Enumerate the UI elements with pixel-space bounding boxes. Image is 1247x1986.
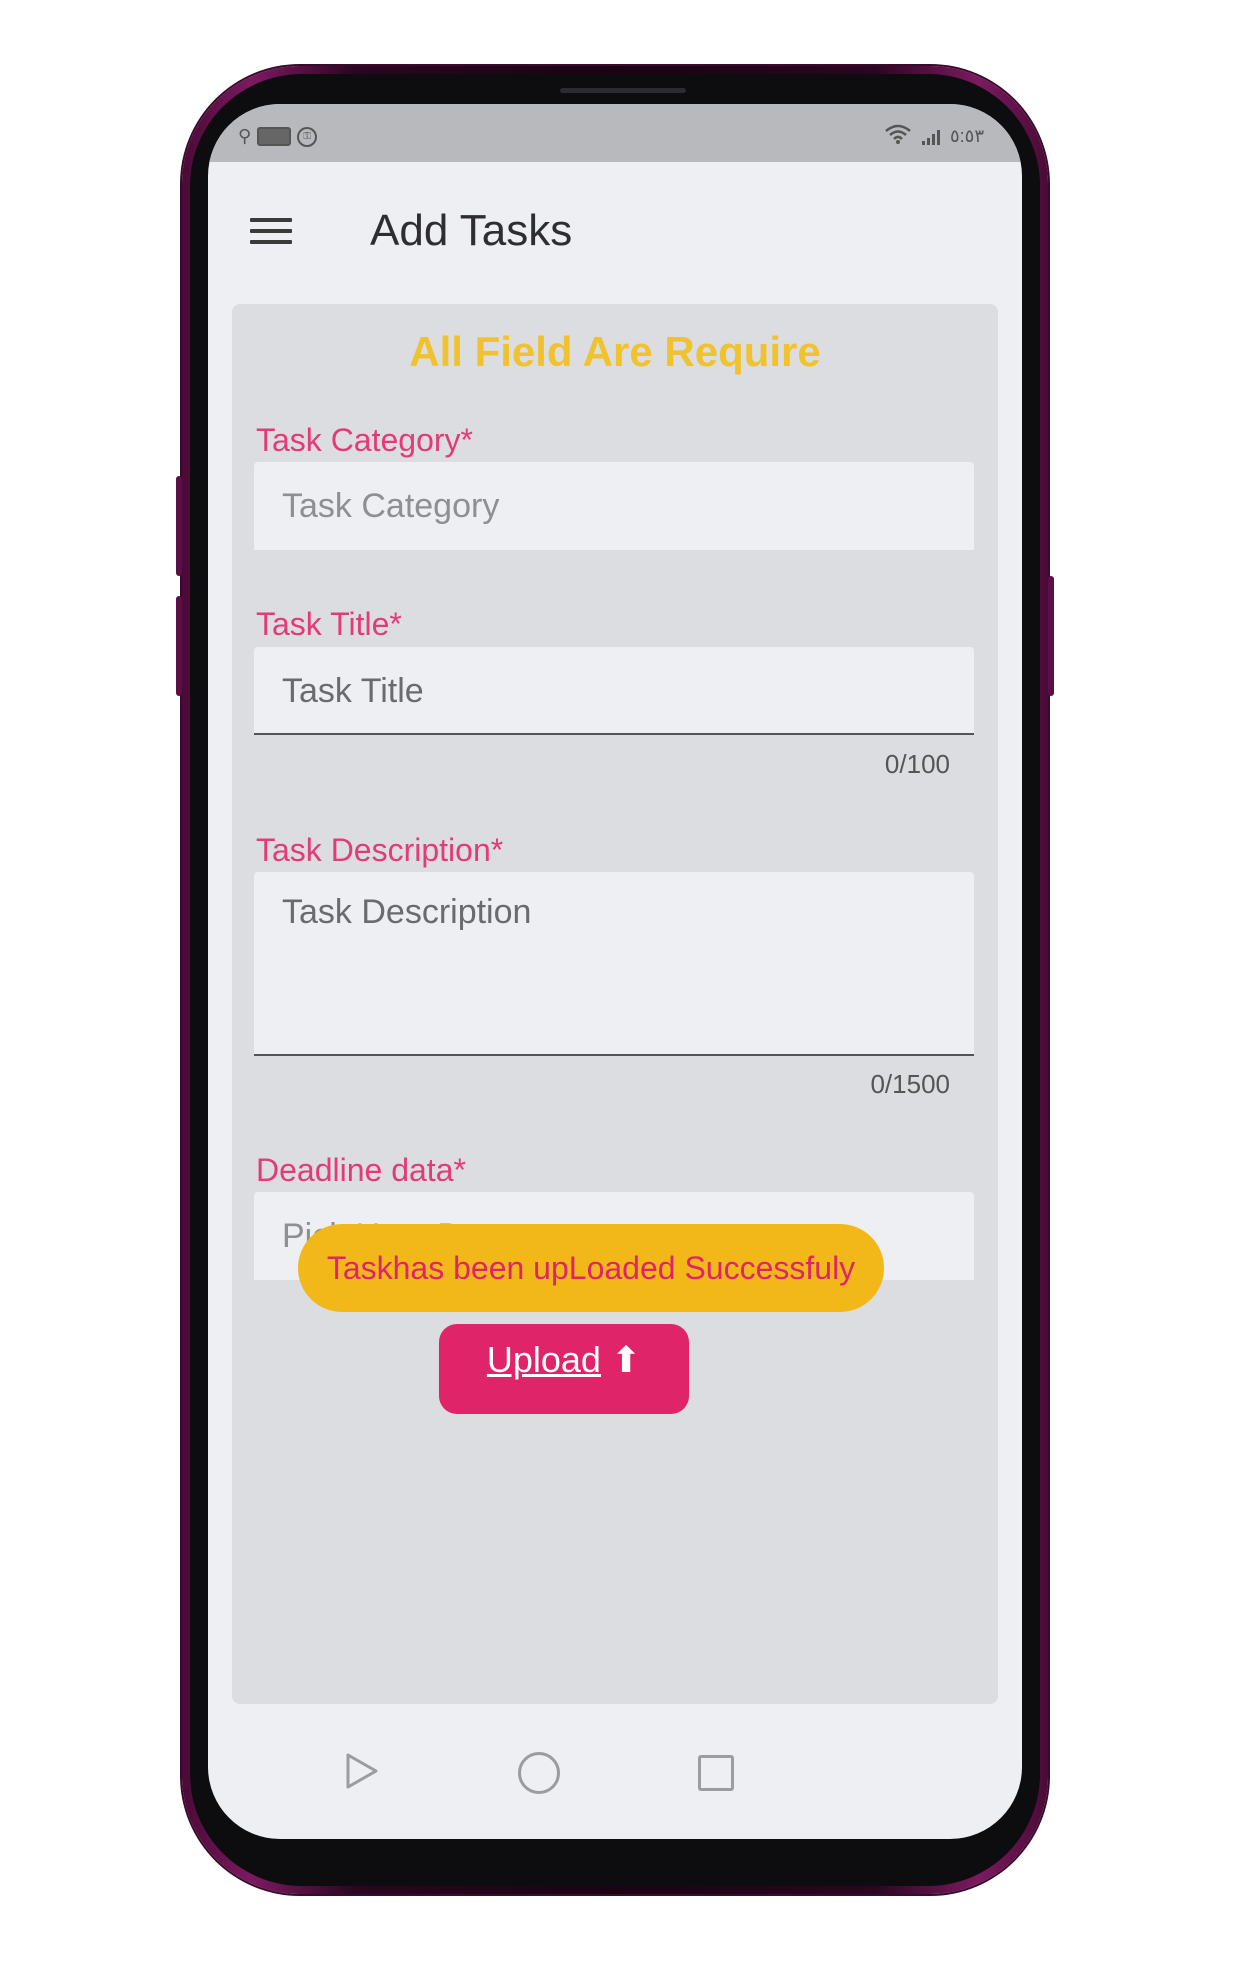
- nav-home-icon[interactable]: [518, 1752, 560, 1794]
- task-form-card: All Field Are Require Task Category* Tas…: [232, 304, 998, 1704]
- app-bar: Add Tasks: [208, 162, 1022, 292]
- page-title: Add Tasks: [370, 206, 573, 255]
- nav-recents-icon[interactable]: [698, 1755, 734, 1791]
- status-time: ٥:٥٣: [949, 126, 984, 146]
- battery-icon: [257, 127, 292, 146]
- signal-icon: [921, 129, 940, 145]
- volume-button: [176, 596, 182, 696]
- wifi-icon: [884, 124, 912, 149]
- power-button: [1048, 576, 1054, 696]
- success-toast: Taskhas been upLoaded Successfuly: [298, 1224, 884, 1312]
- status-bar: ⚲ ⚿ ٥:٥٣: [208, 104, 1022, 162]
- speaker-grille: [560, 88, 686, 93]
- usb-icon: ⚲: [238, 126, 252, 146]
- task-description-label: Task Description*: [256, 832, 504, 868]
- volume-button: [176, 476, 182, 576]
- deadline-label: Deadline data*: [256, 1152, 466, 1188]
- status-icons-right: ٥:٥٣: [884, 124, 984, 149]
- nav-back-icon[interactable]: [344, 1752, 380, 1795]
- upload-icon: ⬆: [610, 1339, 642, 1380]
- upload-button-label: Upload: [486, 1339, 601, 1380]
- task-category-label: Task Category*: [256, 422, 473, 458]
- screen: ⚲ ⚿ ٥:٥٣ Add Tasks All Field Are Require…: [208, 104, 1022, 1839]
- menu-icon[interactable]: [250, 218, 292, 246]
- task-title-input[interactable]: Task Title: [254, 647, 974, 735]
- rotation-lock-icon: ⚿: [297, 126, 318, 147]
- title-char-counter: 0/100: [884, 749, 950, 779]
- upload-button[interactable]: Upload ⬆: [439, 1324, 689, 1414]
- system-nav-bar: [208, 1724, 1022, 1839]
- task-description-input[interactable]: Task Description: [254, 872, 974, 1056]
- task-title-label: Task Title*: [256, 606, 402, 642]
- task-category-dropdown[interactable]: Task Category: [254, 462, 974, 550]
- form-heading: All Field Are Require: [409, 328, 821, 375]
- status-icons-left: ⚲ ⚿: [238, 126, 318, 147]
- description-char-counter: 0/1500: [870, 1069, 950, 1099]
